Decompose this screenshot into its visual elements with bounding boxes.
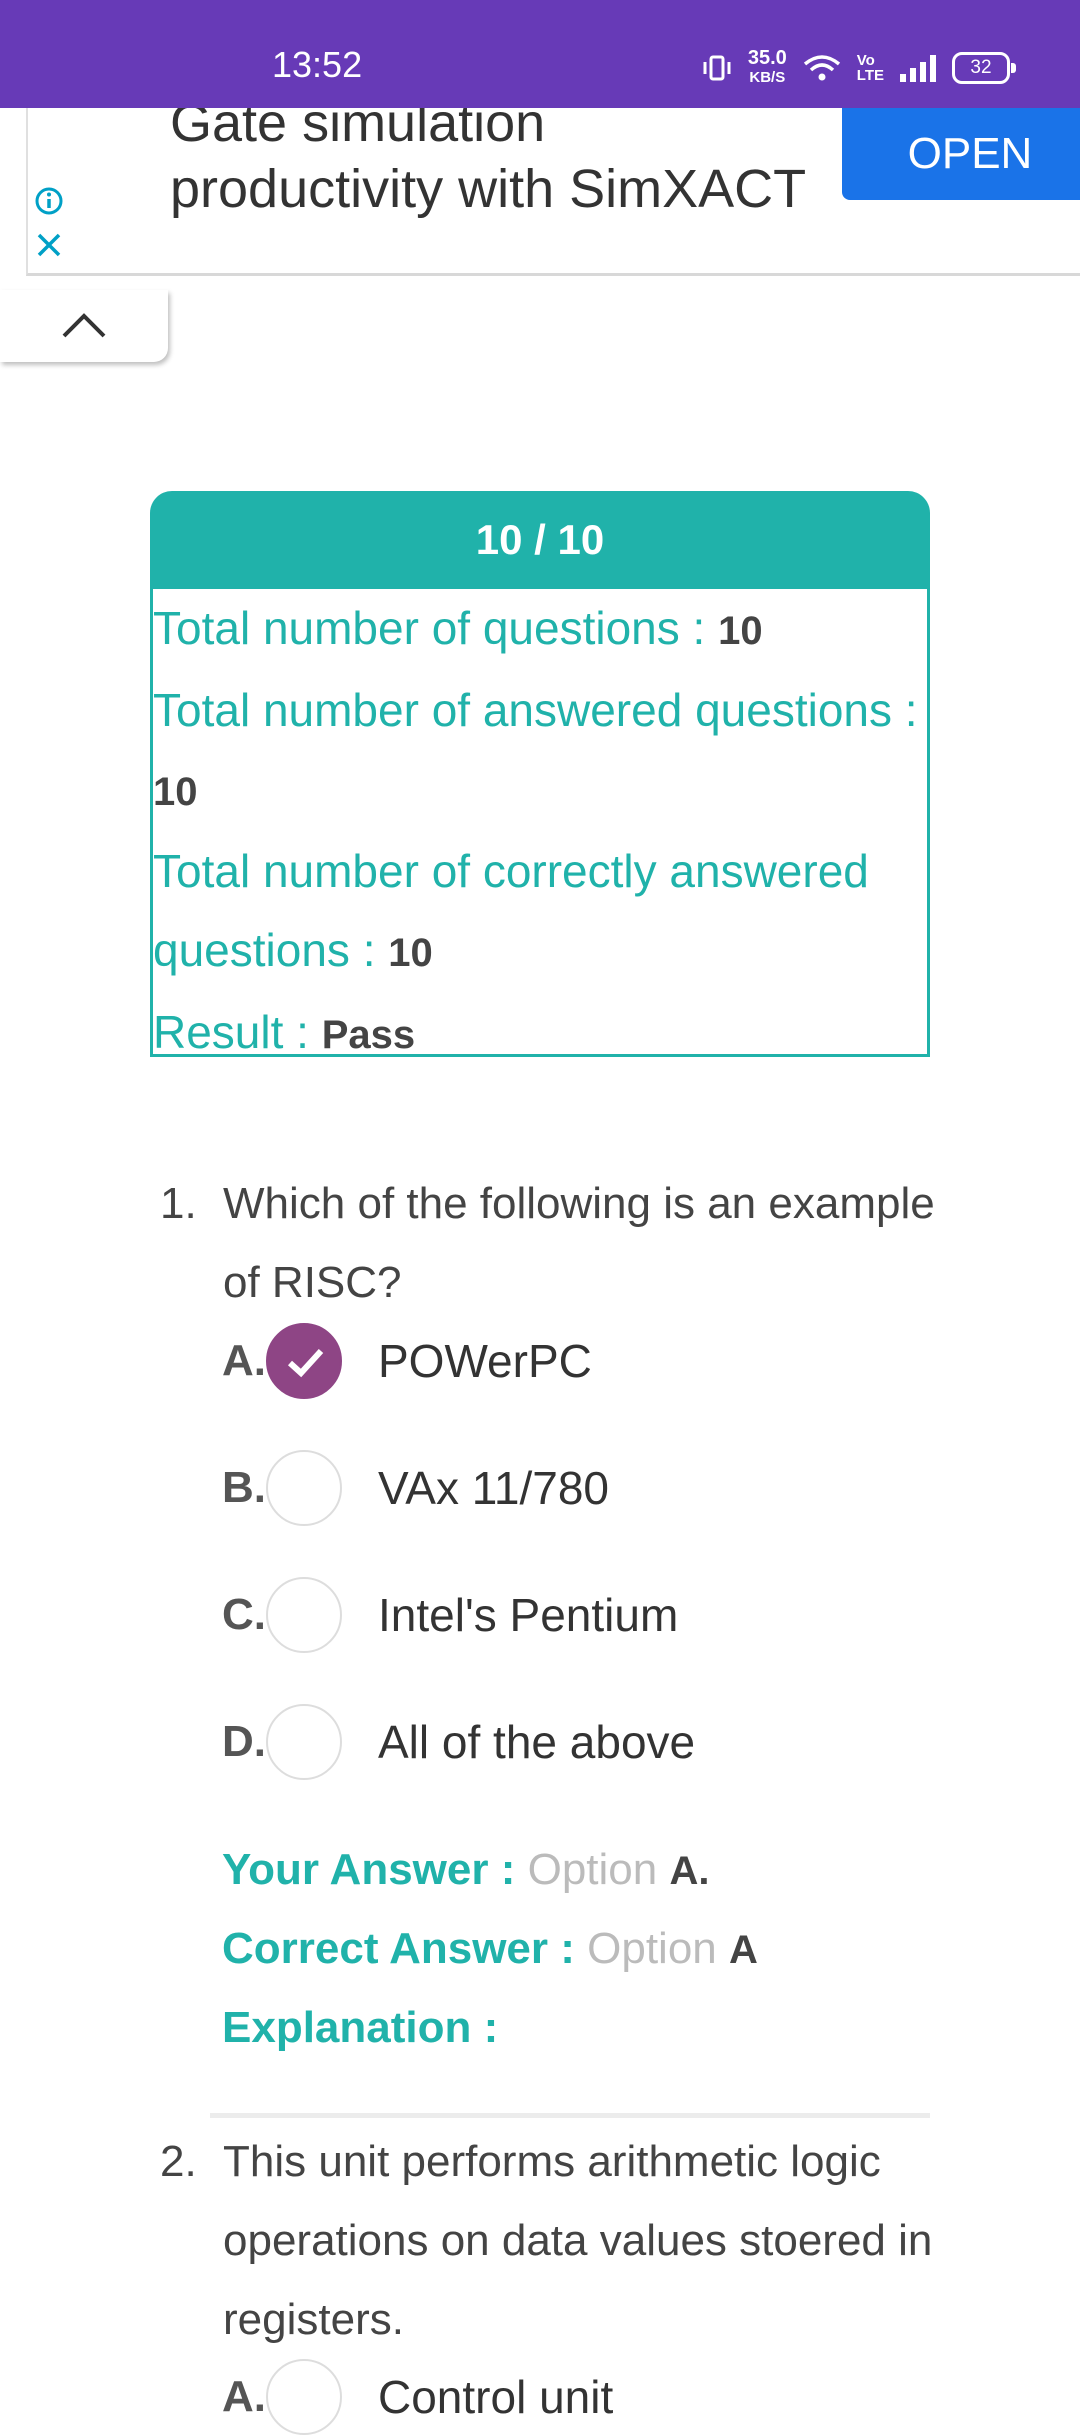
status-bar: 13:52 35.0 KB/S Vo LTE 32 [0,0,1080,108]
option-text: POWerPC [378,1335,592,1387]
option-letter: A. [222,1336,266,1385]
ad-open-button[interactable]: OPEN [842,108,1080,200]
explanation-row: Explanation : [222,1988,498,2067]
chevron-up-icon [62,313,106,338]
check-icon [287,1348,324,1378]
ad-headline-line2: productivity with SimXACT [170,159,807,219]
correct-answers-value: 10 [388,931,433,975]
your-answer-option-word: Option [527,1845,670,1894]
option-radio[interactable] [266,1450,342,1526]
option-letter: C. [222,1590,266,1639]
volte-bottom: LTE [856,67,884,84]
correct-answer-value: A [729,1928,758,1972]
vibrate-icon [703,55,731,81]
your-answer-value: A. [669,1849,710,1893]
total-questions-value: 10 [718,609,763,653]
result-value: Pass [321,1013,416,1057]
option-text: Intel's Pentium [378,1589,679,1641]
info-icon[interactable] [34,186,64,216]
question-number: 2. [160,2137,197,2186]
wifi-icon [803,55,840,81]
answered-questions-value: 10 [153,770,198,814]
correct-answer-label: Correct Answer : [222,1924,588,1973]
option-radio-selected[interactable] [266,1323,342,1399]
option-letter: B. [222,1463,266,1512]
network-speed-unit: KB/S [749,69,786,86]
status-icons: 35.0 KB/S Vo LTE 32 [702,48,1016,88]
option-radio[interactable] [266,2359,342,2435]
score-header: 10 / 10 [150,491,930,589]
option-a[interactable]: A. POWerPC [222,1322,592,1400]
option-c[interactable]: C. Intel's Pentium [222,1576,678,1654]
result-row: Result : Pass [153,993,927,1075]
battery-icon: 32 [952,52,1016,84]
correct-answers-row: Total number of correctly answered quest… [153,832,927,993]
ad-headline[interactable]: Gate simulation productivity with SimXAC… [170,108,870,222]
option-text: All of the above [378,1716,696,1768]
network-speed-value: 35.0 [747,47,787,69]
explanation-label: Explanation : [222,2003,499,2052]
option-letter: A. [222,2372,266,2421]
option-letter: D. [222,1717,266,1766]
correct-answer-row: Correct Answer : Option A [222,1909,758,1990]
option-radio[interactable] [266,1577,342,1653]
result-details: Total number of questions : 10 Total num… [150,589,930,1058]
answered-questions-label: Total number of answered questions : [153,684,918,736]
clock: 13:52 [272,44,363,85]
result-label: Result : [153,1006,322,1058]
result-summary-card: 10 / 10 Total number of questions : 10 T… [150,491,930,1058]
option-a[interactable]: A. Control unit [222,2358,613,2436]
question-text: Which of the following is an example of … [223,1179,935,1307]
question-text: This unit performs arithmetic logic oper… [223,2137,933,2344]
volte-top: Vo [856,52,875,69]
option-text: Control unit [378,2371,614,2423]
option-d[interactable]: D. All of the above [222,1703,695,1781]
your-answer-row: Your Answer : Option A. [222,1830,709,1911]
signal-icon [900,54,936,82]
answered-questions-row: Total number of answered questions : 10 [153,671,927,832]
question-number: 1. [160,1179,197,1228]
close-icon[interactable] [34,230,64,260]
collapse-ad-button[interactable] [0,290,168,362]
ad-banner[interactable]: Gate simulation productivity with SimXAC… [26,108,1080,276]
option-radio[interactable] [266,1704,342,1780]
question-2: 2. This unit performs arithmetic logic o… [160,2122,940,2362]
option-text: VAx 11/780 [378,1462,610,1514]
network-speed: 35.0 KB/S [748,48,787,88]
question-1: 1. Which of the following is an example … [160,1164,940,1324]
correct-answers-label: Total number of correctly answered quest… [153,845,869,976]
total-questions-label: Total number of questions : [153,602,719,654]
ad-headline-line1: Gate simulation [170,108,546,153]
question-divider [210,2113,930,2118]
correct-answer-option-word: Option [587,1924,730,1973]
volte-indicator: Vo LTE [857,53,884,83]
option-b[interactable]: B. VAx 11/780 [222,1449,609,1527]
total-questions-row: Total number of questions : 10 [153,589,927,671]
your-answer-label: Your Answer : [222,1845,528,1894]
